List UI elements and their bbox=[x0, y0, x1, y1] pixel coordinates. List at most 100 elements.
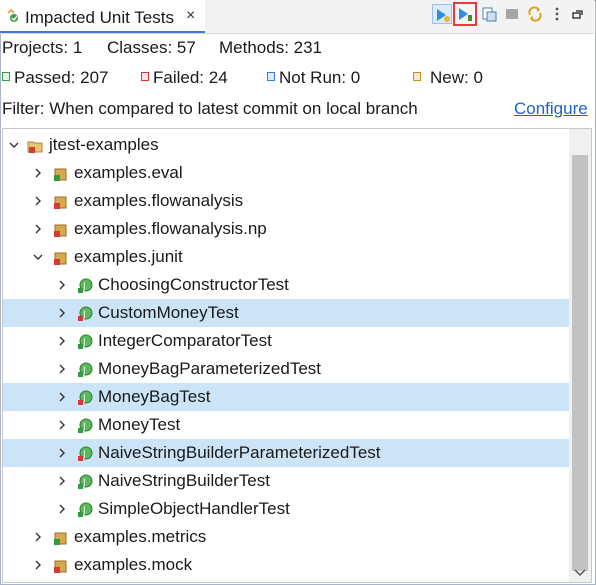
package-label: examples.metrics bbox=[74, 527, 207, 546]
tree-row-package[interactable]: examples.eval bbox=[3, 159, 569, 187]
tree-row-package[interactable]: examples.metrics bbox=[3, 523, 569, 551]
chevron-down-icon[interactable] bbox=[33, 252, 43, 262]
close-icon[interactable]: × bbox=[186, 8, 195, 24]
export-button[interactable] bbox=[479, 4, 499, 24]
tab-title: Impacted Unit Tests bbox=[25, 8, 174, 27]
tree-row-test-class[interactable]: J IntegerComparatorTest bbox=[3, 327, 569, 355]
test-class-label: NaiveStringBuilderParameterizedTest bbox=[98, 443, 381, 462]
tree-row-test-class[interactable]: J NaiveStringBuilderTest bbox=[3, 467, 569, 495]
package-label: examples.eval bbox=[74, 163, 183, 182]
project-failed-icon bbox=[27, 141, 43, 153]
package-failed-icon bbox=[54, 196, 67, 209]
test-passed-icon: J bbox=[78, 362, 93, 377]
failed-count: Failed: 24 bbox=[153, 68, 228, 87]
tree-row-test-class[interactable]: J SimpleObjectHandlerTest bbox=[3, 495, 569, 523]
impacted-tests-tree[interactable]: jtest-examples examples.eval examples.fl… bbox=[2, 128, 592, 583]
run-tests-button[interactable] bbox=[432, 4, 452, 24]
scrollbar-thumb[interactable] bbox=[572, 155, 588, 571]
chevron-right-icon[interactable] bbox=[57, 364, 67, 374]
package-label: examples.junit bbox=[74, 247, 183, 266]
chevron-right-icon[interactable] bbox=[57, 420, 67, 430]
not-run-icon bbox=[267, 72, 275, 81]
failed-icon bbox=[141, 72, 149, 81]
minimize-icon bbox=[572, 10, 583, 19]
run-tests-icon bbox=[437, 9, 450, 22]
project-label: jtest-examples bbox=[49, 135, 159, 154]
sync-button[interactable] bbox=[525, 4, 545, 24]
chevron-right-icon[interactable] bbox=[57, 476, 67, 486]
stop-button[interactable] bbox=[502, 4, 522, 24]
chevron-right-icon[interactable] bbox=[57, 504, 67, 514]
passed-count: Passed: 207 bbox=[14, 68, 109, 87]
tree-row-test-class[interactable]: J MoneyTest bbox=[3, 411, 569, 439]
test-passed-icon: J bbox=[78, 334, 93, 349]
chevron-right-icon[interactable] bbox=[57, 280, 67, 290]
tree-row-test-class[interactable]: J ChoosingConstructorTest bbox=[3, 271, 569, 299]
not-run-count: Not Run: 0 bbox=[279, 68, 361, 87]
stop-icon bbox=[506, 9, 518, 19]
package-failed-icon bbox=[54, 224, 67, 237]
test-failed-icon: J bbox=[78, 390, 93, 405]
tree-row-test-class[interactable]: J MoneyBagParameterizedTest bbox=[3, 355, 569, 383]
test-passed-icon: J bbox=[78, 502, 93, 517]
chevron-right-icon[interactable] bbox=[33, 168, 43, 178]
tree-row-package[interactable]: examples.flowanalysis.np bbox=[3, 215, 569, 243]
run-selected-icon bbox=[459, 8, 472, 21]
tree-row-test-class[interactable]: J CustomMoneyTest bbox=[3, 299, 569, 327]
export-icon bbox=[482, 7, 497, 22]
chevron-right-icon[interactable] bbox=[33, 560, 43, 570]
new-count: New: 0 bbox=[430, 68, 483, 87]
view-menu-button[interactable] bbox=[547, 4, 567, 24]
tree-row-test-class[interactable]: J MoneyBagTest bbox=[3, 383, 569, 411]
view-menu-icon bbox=[555, 7, 559, 21]
chevron-right-icon[interactable] bbox=[33, 196, 43, 206]
passed-icon bbox=[2, 72, 10, 81]
package-failed-icon bbox=[54, 252, 67, 265]
tab-impacted-unit-tests[interactable]: Impacted Unit Tests × bbox=[0, 0, 205, 33]
package-failed-icon bbox=[54, 560, 67, 573]
package-label: examples.flowanalysis.np bbox=[74, 219, 267, 238]
test-class-label: MoneyBagTest bbox=[98, 387, 211, 406]
tree-row-project[interactable]: jtest-examples bbox=[3, 131, 569, 159]
tree-row-package[interactable]: examples.junit bbox=[3, 243, 569, 271]
view-tab-bar: Impacted Unit Tests × bbox=[0, 0, 594, 34]
package-label: examples.flowanalysis bbox=[74, 191, 244, 210]
test-status-summary: Passed: 207 Failed: 24 Not Run: 0 New: 0 bbox=[0, 68, 594, 88]
projects-count: Projects: 1 bbox=[2, 38, 83, 57]
tree-row-test-class[interactable]: J NaiveStringBuilderParameterizedTest bbox=[3, 439, 569, 467]
chevron-right-icon[interactable] bbox=[57, 308, 67, 318]
new-icon bbox=[413, 72, 421, 81]
sync-icon bbox=[528, 6, 542, 22]
test-class-label: MoneyTest bbox=[98, 415, 181, 434]
chevron-right-icon[interactable] bbox=[57, 336, 67, 346]
chevron-down-icon[interactable] bbox=[9, 140, 19, 150]
test-passed-icon: J bbox=[78, 278, 93, 293]
test-class-label: MoneyBagParameterizedTest bbox=[98, 359, 322, 378]
classes-count: Classes: 57 bbox=[107, 38, 196, 57]
chevron-right-icon[interactable] bbox=[33, 532, 43, 542]
test-class-label: SimpleObjectHandlerTest bbox=[98, 499, 290, 518]
package-label: examples.mock bbox=[74, 555, 193, 574]
tree-row-package[interactable]: examples.mock bbox=[3, 551, 569, 579]
configure-link[interactable]: Configure bbox=[514, 99, 588, 119]
chevron-right-icon[interactable] bbox=[57, 448, 67, 458]
package-passed-icon bbox=[54, 168, 67, 181]
minimize-button[interactable] bbox=[568, 4, 588, 24]
tree-row-package[interactable]: examples.flowanalysis bbox=[3, 187, 569, 215]
methods-count: Methods: 231 bbox=[219, 38, 323, 57]
run-selected-button[interactable] bbox=[453, 2, 477, 26]
vertical-scrollbar[interactable] bbox=[569, 129, 591, 582]
test-passed-icon: J bbox=[78, 474, 93, 489]
test-class-label: ChoosingConstructorTest bbox=[98, 275, 289, 294]
test-passed-icon: J bbox=[78, 418, 93, 433]
impacted-tests-icon bbox=[7, 9, 18, 22]
test-failed-icon: J bbox=[78, 446, 93, 461]
chevron-right-icon[interactable] bbox=[33, 224, 43, 234]
test-class-label: IntegerComparatorTest bbox=[98, 331, 272, 350]
chevron-right-icon[interactable] bbox=[57, 392, 67, 402]
filter-description: Filter: When compared to latest commit o… bbox=[2, 99, 418, 118]
test-class-label: NaiveStringBuilderTest bbox=[98, 471, 270, 490]
test-failed-icon: J bbox=[78, 306, 93, 321]
scroll-down-icon[interactable] bbox=[574, 569, 586, 577]
test-class-label: CustomMoneyTest bbox=[98, 303, 239, 322]
